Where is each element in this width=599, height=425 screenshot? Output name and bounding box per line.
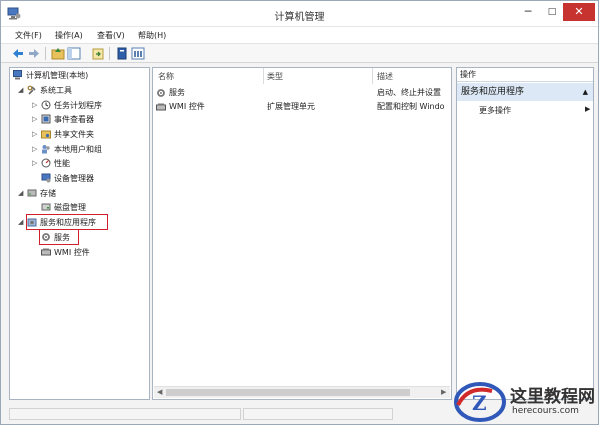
list-item-type: 扩展管理单元 [267, 102, 315, 111]
wmi-icon [156, 103, 166, 111]
export-icon[interactable] [91, 47, 105, 60]
highlight-box-services-and-applications [26, 214, 108, 230]
status-segment [9, 408, 241, 420]
list-item-description: 配置和控制 Windo [377, 102, 445, 111]
tree-item-event-viewer[interactable]: 事件查看器 [41, 113, 94, 126]
menu-bar: 文件(F) 操作(A) 查看(V) 帮助(H) [1, 27, 598, 43]
computer-management-window: 计算机管理 ─ □ ✕ 文件(F) 操作(A) 查看(V) 帮助(H) 计算机管… [0, 0, 599, 425]
clock-icon [41, 100, 51, 110]
actions-pane: 操作 服务和应用程序 ▲ 更多操作 ▶ [456, 67, 594, 400]
list-item[interactable]: 服务 启动、终止并设置 [156, 87, 451, 99]
tree-item-wmi-control[interactable]: WMI 控件 [41, 246, 90, 259]
highlight-box-services [39, 229, 79, 245]
tree-item-task-scheduler[interactable]: 任务计划程序 [41, 99, 102, 112]
column-header-name[interactable]: 名称 [158, 71, 174, 82]
wmi-icon [41, 248, 51, 256]
watermark-logo-letter: Z [472, 391, 487, 415]
navigation-tree: 计算机管理(本地) ◢ 系统工具 ▷ 任务计划程序 ▷ 事件查看器 ▷ 共享文件… [9, 67, 150, 400]
system-tools-icon [27, 85, 36, 95]
menu-view[interactable]: 查看(V) [97, 30, 125, 41]
tree-label: 本地用户和组 [54, 145, 102, 154]
collapse-arrow-icon[interactable]: ◢ [18, 84, 23, 97]
tree-label: 任务计划程序 [54, 101, 102, 110]
expand-arrow-icon[interactable]: ▷ [32, 113, 37, 126]
users-icon [42, 145, 50, 154]
column-divider[interactable] [372, 68, 373, 84]
up-icon[interactable] [51, 47, 65, 60]
shared-folder-icon [41, 130, 51, 139]
menu-file[interactable]: 文件(F) [15, 30, 42, 41]
back-icon[interactable] [11, 47, 25, 60]
disk-icon [41, 203, 51, 211]
tree-item-root[interactable]: 计算机管理(本地) [13, 69, 88, 82]
tree-label: 存储 [40, 189, 56, 198]
expand-arrow-icon[interactable]: ▷ [32, 128, 37, 141]
list-item-name: 服务 [169, 88, 185, 97]
close-button[interactable]: ✕ [563, 3, 595, 21]
minimize-button[interactable]: ─ [517, 3, 539, 21]
performance-icon [41, 158, 51, 168]
tree-label: 磁盘管理 [54, 203, 86, 212]
column-divider[interactable] [263, 68, 264, 84]
services-gear-icon [157, 89, 165, 97]
scrollbar-thumb[interactable] [166, 389, 410, 396]
actions-section-label: 服务和应用程序 [461, 87, 525, 97]
properties-icon[interactable] [131, 47, 145, 60]
column-header-type[interactable]: 类型 [267, 71, 283, 82]
expand-arrow-icon[interactable]: ▷ [32, 143, 37, 156]
horizontal-scrollbar[interactable]: ◀ ▶ [154, 386, 450, 398]
collapse-arrow-icon[interactable]: ◢ [18, 216, 23, 229]
watermark-brand: 这里教程网 [510, 387, 595, 407]
watermark: Z 这里教程网 herecours.com [452, 378, 599, 425]
event-viewer-icon [41, 114, 51, 124]
menu-help[interactable]: 帮助(H) [138, 30, 166, 41]
toolbar-separator [109, 47, 110, 60]
scroll-right-icon[interactable]: ▶ [441, 388, 446, 396]
tree-item-device-manager[interactable]: 设备管理器 [41, 172, 94, 185]
menu-action[interactable]: 操作(A) [55, 30, 83, 41]
list-item[interactable]: WMI 控件 扩展管理单元 配置和控制 Windo [156, 101, 451, 113]
scroll-left-icon[interactable]: ◀ [157, 388, 162, 396]
list-item-description: 启动、终止并设置 [377, 88, 441, 97]
tree-item-performance[interactable]: 性能 [41, 157, 70, 170]
tree-label: WMI 控件 [54, 248, 90, 257]
device-manager-icon [41, 173, 51, 183]
maximize-button[interactable]: □ [541, 3, 563, 21]
tree-label: 设备管理器 [54, 174, 94, 183]
submenu-arrow-icon[interactable]: ▶ [585, 105, 590, 113]
toolbar-separator [45, 47, 46, 60]
actions-section-services-and-applications[interactable]: 服务和应用程序 ▲ [457, 83, 593, 101]
tree-label: 计算机管理(本地) [26, 71, 89, 80]
expand-arrow-icon[interactable]: ▷ [32, 157, 37, 170]
window-title: 计算机管理 [274, 12, 325, 23]
collapse-caret-icon[interactable]: ▲ [583, 83, 588, 101]
watermark-logo-icon: Z [454, 382, 506, 422]
tree-item-system-tools[interactable]: 系统工具 [27, 84, 72, 97]
watermark-url: herecours.com [512, 406, 579, 416]
computer-management-icon [13, 70, 22, 80]
expand-arrow-icon[interactable]: ▷ [32, 99, 37, 112]
details-list: 名称 类型 描述 服务 启动、终止并设置 WMI 控件 扩展管理单元 配置和控制… [152, 67, 452, 400]
help-icon[interactable] [115, 47, 129, 60]
tree-label: 系统工具 [40, 86, 72, 95]
tree-label: 事件查看器 [54, 115, 94, 124]
title-bar: 计算机管理 ─ □ ✕ [1, 1, 598, 27]
tree-item-disk-management[interactable]: 磁盘管理 [41, 201, 86, 214]
tree-item-shared-folders[interactable]: 共享文件夹 [41, 128, 94, 141]
tree-label: 性能 [54, 159, 70, 168]
storage-icon [27, 189, 37, 197]
tree-label: 共享文件夹 [54, 130, 94, 139]
show-tree-icon[interactable] [67, 47, 81, 60]
collapse-arrow-icon[interactable]: ◢ [18, 187, 23, 200]
list-item-name: WMI 控件 [169, 102, 205, 111]
more-actions-item[interactable]: 更多操作 [479, 105, 511, 116]
tree-item-storage[interactable]: 存储 [27, 187, 56, 200]
actions-header: 操作 [457, 68, 593, 82]
status-segment [243, 408, 393, 420]
column-header-description[interactable]: 描述 [377, 71, 393, 82]
forward-icon[interactable] [27, 47, 41, 60]
tree-item-local-users[interactable]: 本地用户和组 [41, 143, 102, 156]
toolbar [1, 43, 598, 63]
